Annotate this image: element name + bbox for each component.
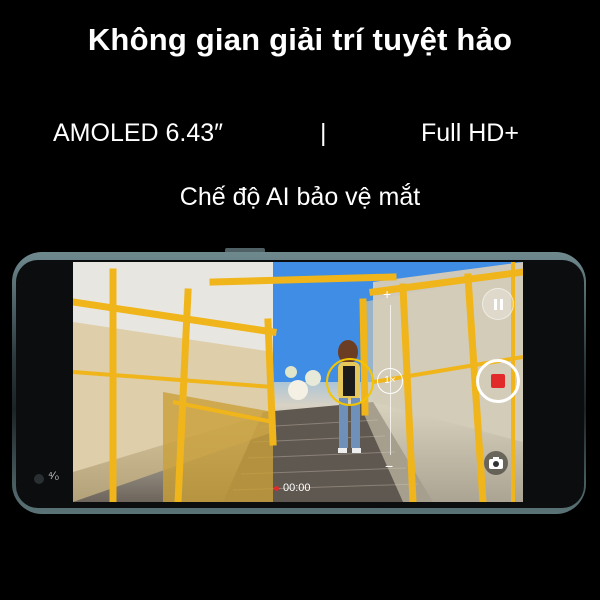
- staircase-scene: [73, 262, 523, 502]
- spec-resolution: Full HD+: [421, 119, 519, 147]
- record-button[interactable]: [476, 359, 520, 403]
- pause-button[interactable]: [482, 288, 514, 320]
- zoom-minus-icon[interactable]: −: [385, 458, 393, 474]
- headline: Không gian giải trí tuyệt hảo: [87, 22, 513, 57]
- spec-row: AMOLED 6.43″ | Full HD+: [0, 119, 600, 155]
- timer-value: 00:00: [283, 482, 311, 494]
- recording-dot-icon: [274, 485, 279, 491]
- bezel-status: ⁴⁄₀: [34, 470, 68, 490]
- zoom-plus-icon[interactable]: +: [383, 286, 391, 302]
- flash-icon[interactable]: ⁴⁄₀: [48, 470, 59, 482]
- zoom-slider-knob[interactable]: 1×: [377, 368, 403, 394]
- recording-timer: 00:00: [274, 482, 311, 494]
- snapshot-button[interactable]: [484, 451, 508, 475]
- spec-separator: |: [320, 119, 327, 147]
- spec-display: AMOLED 6.43″: [53, 119, 224, 147]
- focus-ring: [326, 358, 374, 406]
- front-camera-icon: [34, 474, 44, 484]
- feature-label: Chế độ AI bảo vệ mắt: [179, 183, 421, 211]
- camera-icon: [489, 457, 503, 469]
- camera-viewfinder: [73, 262, 523, 502]
